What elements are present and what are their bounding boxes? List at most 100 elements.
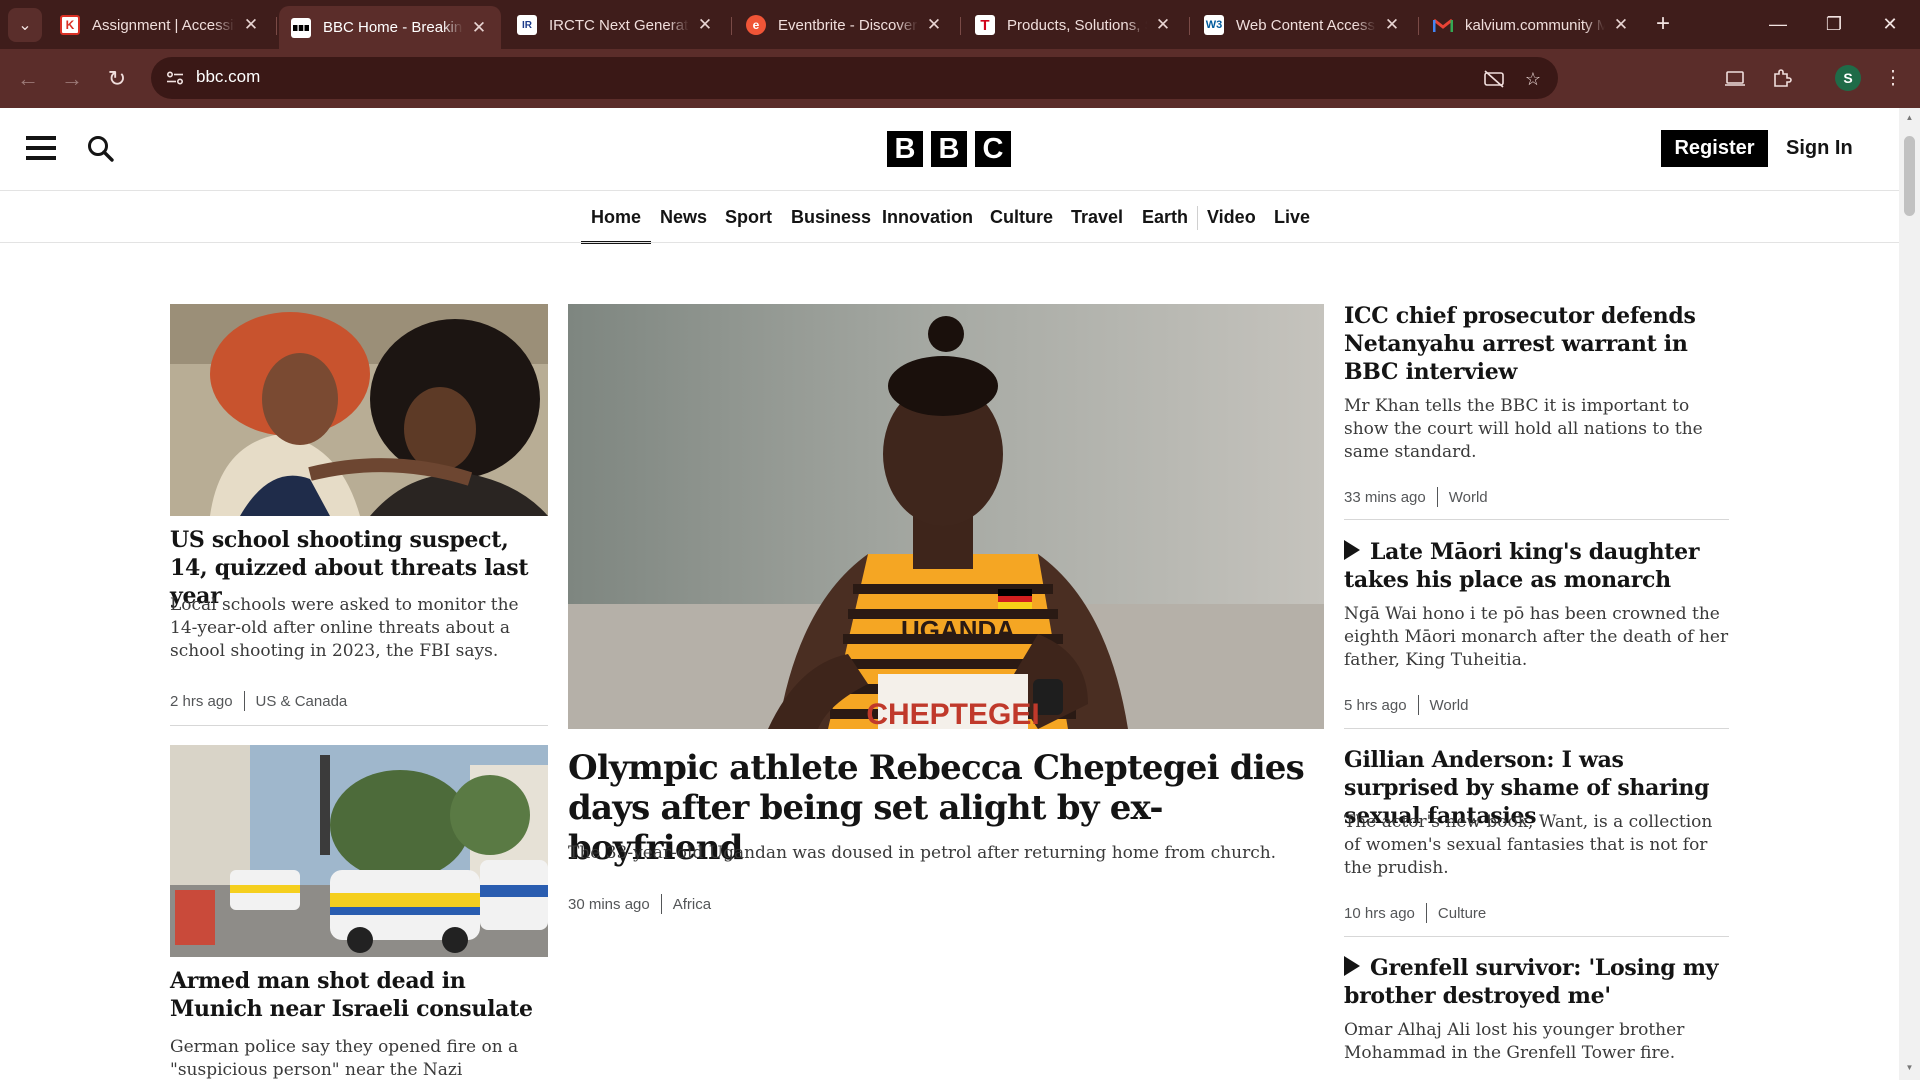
students-photo <box>170 304 548 516</box>
story-section[interactable]: World <box>1430 697 1469 714</box>
nav-live[interactable]: Live <box>1274 191 1310 244</box>
nav-travel[interactable]: Travel <box>1071 191 1123 244</box>
reload-icon: ↻ <box>107 66 127 91</box>
more-menu-icon[interactable]: ⋮ <box>1878 63 1908 93</box>
page-viewport: B B C Register Sign In Home News Sport B… <box>0 108 1899 1080</box>
police-street-photo <box>170 745 548 957</box>
tab-search-button[interactable]: ⌄ <box>8 8 42 42</box>
tab-bbc[interactable]: BBC Home - Breaking News ✕ <box>279 6 501 49</box>
forward-button[interactable]: → <box>56 63 88 95</box>
story-section[interactable]: Culture <box>1438 905 1486 922</box>
nav-video[interactable]: Video <box>1207 191 1256 244</box>
story-meta: 33 mins ago World <box>1344 487 1488 507</box>
sign-in-button[interactable]: Sign In <box>1786 130 1853 167</box>
irctc-icon: IR <box>517 15 537 35</box>
search-icon[interactable] <box>86 134 116 164</box>
story-headline[interactable]: ICC chief prosecutor defends Netanyahu a… <box>1344 302 1724 386</box>
story-time: 30 mins ago <box>568 895 650 913</box>
nav-sport[interactable]: Sport <box>725 191 772 244</box>
close-tab-icon[interactable]: ✕ <box>1153 15 1173 35</box>
story-meta: 5 hrs ago World <box>1344 695 1468 715</box>
story-headline[interactable]: Armed man shot dead in Munich near Israe… <box>170 967 550 1023</box>
address-bar[interactable]: bbc.com ☆ <box>151 57 1558 99</box>
story-summary: Local schools were asked to monitor the … <box>170 595 519 661</box>
t-icon: T <box>975 15 995 35</box>
athlete-photo: CHEPTEGEI UGANDA <box>568 304 1324 729</box>
scrollbar-thumb[interactable] <box>1904 136 1915 216</box>
jersey-text: UGANDA <box>901 615 1015 645</box>
close-window-button[interactable]: ✕ <box>1862 0 1918 48</box>
story-meta: 2 hrs ago US & Canada <box>170 691 347 711</box>
close-tab-icon[interactable]: ✕ <box>241 15 261 35</box>
profile-avatar[interactable]: S <box>1835 65 1861 91</box>
play-icon <box>1344 540 1360 560</box>
story-summary: German police say they opened fire on a … <box>170 1037 519 1080</box>
main-story-image[interactable]: CHEPTEGEI UGANDA <box>568 304 1324 729</box>
nav-culture[interactable]: Culture <box>990 191 1053 244</box>
chevron-down-icon: ⌄ <box>18 17 32 34</box>
new-tab-button[interactable]: + <box>1649 10 1677 38</box>
plus-icon: + <box>1655 10 1670 37</box>
story-summary: The actor's new book, Want, is a collect… <box>1344 812 1713 878</box>
story-headline[interactable]: Grenfell survivor: 'Losing my brother de… <box>1344 954 1729 1010</box>
nav-news[interactable]: News <box>660 191 707 244</box>
story-image-munich[interactable] <box>170 745 548 957</box>
page-scrollbar[interactable]: ▲ ▼ <box>1899 108 1920 1080</box>
restore-icon: ❐ <box>1825 13 1843 34</box>
close-tab-icon[interactable]: ✕ <box>469 18 489 38</box>
story-time: 33 mins ago <box>1344 488 1426 506</box>
eye-off-icon[interactable] <box>1482 67 1506 91</box>
minimize-icon: — <box>1769 13 1787 34</box>
extensions-icon[interactable] <box>1767 63 1797 93</box>
nav-home[interactable]: Home <box>580 191 652 244</box>
main-story-meta: 30 mins ago Africa <box>568 894 711 914</box>
eventbrite-icon: e <box>746 15 766 35</box>
story-summary: Ngā Wai hono i te pō has been crowned th… <box>1344 604 1729 670</box>
story-section[interactable]: World <box>1449 489 1488 506</box>
cast-icon[interactable] <box>1720 63 1750 93</box>
arrow-left-icon: ← <box>17 66 39 91</box>
close-tab-icon[interactable]: ✕ <box>1611 15 1631 35</box>
tab-strip: ⌄ K Assignment | Accessibility ✕ BBC Hom… <box>0 0 1920 49</box>
tab-products[interactable]: T Products, Solutions, S ✕ <box>963 6 1185 44</box>
story-time: 5 hrs ago <box>1344 696 1407 714</box>
story-section[interactable]: Africa <box>673 896 711 913</box>
nav-innovation[interactable]: Innovation <box>882 191 973 244</box>
bib-name-text: CHEPTEGEI <box>866 698 1039 729</box>
nav-business[interactable]: Business <box>791 191 871 244</box>
tab-irctc[interactable]: IR IRCTC Next Generation ✕ <box>505 6 727 44</box>
story-headline[interactable]: Late Māori king's daughter takes his pla… <box>1344 538 1729 594</box>
story-summary: Omar Alhaj Ali lost his younger brother … <box>1344 1020 1685 1063</box>
scroll-down-icon[interactable]: ▼ <box>1904 1063 1915 1073</box>
story-image-school[interactable] <box>170 304 548 516</box>
reload-button[interactable]: ↻ <box>101 63 133 95</box>
register-button[interactable]: Register <box>1661 130 1768 167</box>
close-tab-icon[interactable]: ✕ <box>924 15 944 35</box>
minimize-button[interactable]: — <box>1750 0 1806 48</box>
url-text: bbc.com <box>196 67 261 86</box>
bbc-logo[interactable]: B B C <box>887 131 1011 167</box>
close-tab-icon[interactable]: ✕ <box>695 15 715 35</box>
restore-button[interactable]: ❐ <box>1806 0 1862 48</box>
section-nav: Home News Sport Business Innovation Cult… <box>0 191 1899 244</box>
tab-wcag[interactable]: W3 Web Content Accessib ✕ <box>1192 6 1414 44</box>
kalvium-icon: K <box>60 15 80 35</box>
story-section[interactable]: US & Canada <box>256 693 348 710</box>
w3c-icon: W3 <box>1204 15 1224 35</box>
tab-eventbrite[interactable]: e Eventbrite - Discover ✕ <box>734 6 956 44</box>
nav-earth[interactable]: Earth <box>1142 191 1188 244</box>
gmail-icon <box>1433 15 1453 35</box>
menu-icon[interactable] <box>26 136 56 162</box>
scroll-up-icon[interactable]: ▲ <box>1904 113 1915 123</box>
close-tab-icon[interactable]: ✕ <box>1382 15 1402 35</box>
site-info-icon[interactable] <box>165 68 185 88</box>
back-button[interactable]: ← <box>12 63 44 95</box>
arrow-right-icon: → <box>61 66 83 91</box>
play-icon <box>1344 956 1360 976</box>
story-meta: 10 hrs ago Culture <box>1344 903 1486 923</box>
story-summary: Mr Khan tells the BBC it is important to… <box>1344 396 1703 462</box>
tab-assignment[interactable]: K Assignment | Accessibility ✕ <box>48 6 273 44</box>
star-icon[interactable]: ☆ <box>1521 67 1545 91</box>
bbc-icon <box>291 17 311 38</box>
tab-gmail[interactable]: kalvium.community M ✕ <box>1421 6 1643 44</box>
